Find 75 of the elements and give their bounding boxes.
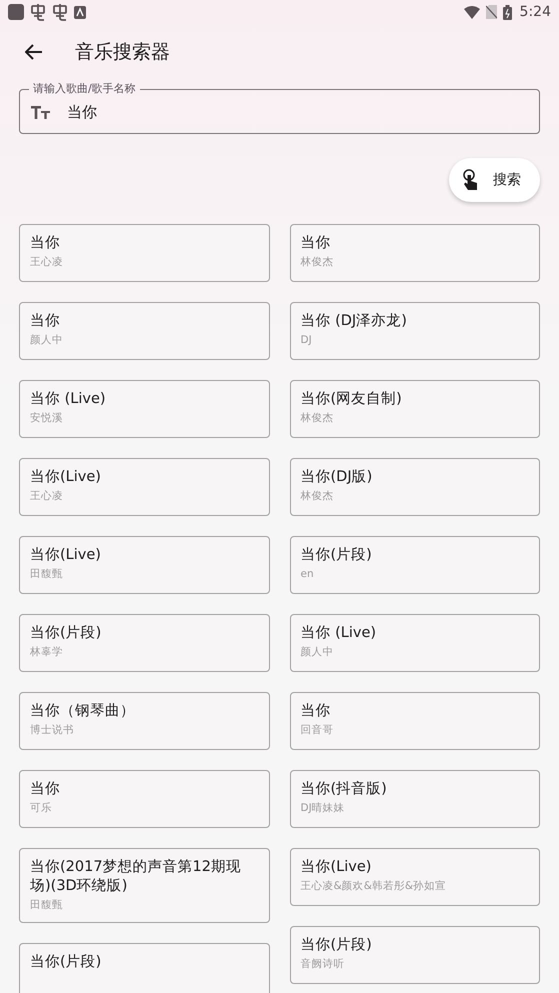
song-title: 当你(片段) [300,936,373,955]
song-title: 当你(DJ版) [300,468,374,487]
song-title: 当你 (DJ泽亦龙) [300,312,408,331]
song-card[interactable]: 当你(网友自制) 林俊杰 [290,380,540,438]
song-card[interactable]: 当你(片段) [19,943,270,993]
song-card[interactable]: 当你(抖音版) DJ晴妹妹 [290,770,540,828]
artist-name: 博士说书 [30,723,75,738]
song-title: 当你(片段) [300,546,373,565]
artist-name: 王心凌 [30,489,64,504]
bug-icon [30,4,46,20]
song-title: 当你 (Live) [30,390,107,409]
app-icon [8,4,24,20]
artist-name: DJ晴妹妹 [300,801,346,816]
song-title: 当你 [300,234,332,253]
artist-name: 林辜学 [30,645,64,660]
artist-name: 王心凌 [30,255,64,270]
artist-name: 田馥甄 [30,567,64,582]
song-title: 当你(网友自制) [300,390,403,409]
artist-name: 林俊杰 [300,411,334,426]
field-label: 请输入歌曲/歌手名称 [29,82,140,96]
field-value: 当你 [67,102,97,122]
song-title: 当你(片段) [30,624,102,643]
a-icon [74,6,86,18]
song-title: 当你 [30,234,61,253]
song-title: 当你 [300,702,332,721]
song-card[interactable]: 当你 (Live) 颜人中 [290,614,540,672]
song-title: 当你 [30,312,61,331]
wifi-icon [464,6,480,18]
back-arrow-icon [25,44,43,60]
song-card[interactable]: 当你(片段) 林辜学 [19,614,270,672]
song-title: 当你(Live) [30,468,102,487]
song-title: 当你 (Live) [300,624,378,643]
song-card[interactable]: 当你 回音哥 [290,692,540,750]
song-title: 当你 [30,780,61,799]
song-card[interactable]: 当你 (Live) 安悦溪 [19,380,270,438]
artist-name: 音阙诗听 [300,957,346,972]
song-card[interactable]: 当你(2017梦想的声音第12期现场)(3D环绕版) 田馥甄 [19,848,270,923]
song-card[interactable]: 当你 可乐 [19,770,270,828]
song-card[interactable]: 当你(片段) 音阙诗听 [290,926,540,984]
song-title: 当你(Live) [300,858,372,877]
song-card[interactable]: 当你 林俊杰 [290,224,540,282]
song-card[interactable]: 当你 (DJ泽亦龙) DJ [290,302,540,360]
artist-name: 王心凌&颜欢&韩若彤&孙如宣 [300,879,448,894]
song-title: 当你(2017梦想的声音第12期现场)(3D环绕版) [30,858,242,896]
no-sim-icon [486,5,497,19]
song-card[interactable]: 当你 王心凌 [19,224,270,282]
song-card[interactable]: 当你(Live) 王心凌&颜欢&韩若彤&孙如宣 [290,848,540,906]
search-field[interactable]: 请输入歌曲/歌手名称 当你 [19,82,540,134]
artist-name: 颜人中 [30,333,64,348]
artist-name: 田馥甄 [30,898,64,913]
artist-name: 林俊杰 [300,255,334,270]
artist-name: 颜人中 [300,645,334,660]
song-title: 当你（钢琴曲） [30,702,136,721]
artist-name: 可乐 [30,801,53,816]
song-title: 当你(抖音版) [300,780,388,799]
page-title: 音乐搜索器 [75,40,170,65]
artist-name: 林俊杰 [300,489,334,504]
search-button[interactable]: 搜索 [449,158,540,202]
bug-icon [52,4,68,20]
artist-name: en [300,567,315,582]
artist-name: DJ [300,333,313,348]
song-title: 当你(片段) [30,953,102,972]
artist-name: 安悦溪 [30,411,64,426]
tap-hand-icon [463,169,479,191]
clock-time: 5:24 [520,4,551,20]
song-card[interactable]: 当你(DJ版) 林俊杰 [290,458,540,516]
battery-icon [502,4,512,20]
text-size-icon [31,105,51,119]
song-title: 当你(Live) [30,546,102,565]
artist-name: 回音哥 [300,723,334,738]
song-card[interactable]: 当你(Live) 田馥甄 [19,536,270,594]
song-card[interactable]: 当你（钢琴曲） 博士说书 [19,692,270,750]
song-card[interactable]: 当你(片段) en [290,536,540,594]
song-card[interactable]: 当你 颜人中 [19,302,270,360]
song-card[interactable]: 当你(Live) 王心凌 [19,458,270,516]
